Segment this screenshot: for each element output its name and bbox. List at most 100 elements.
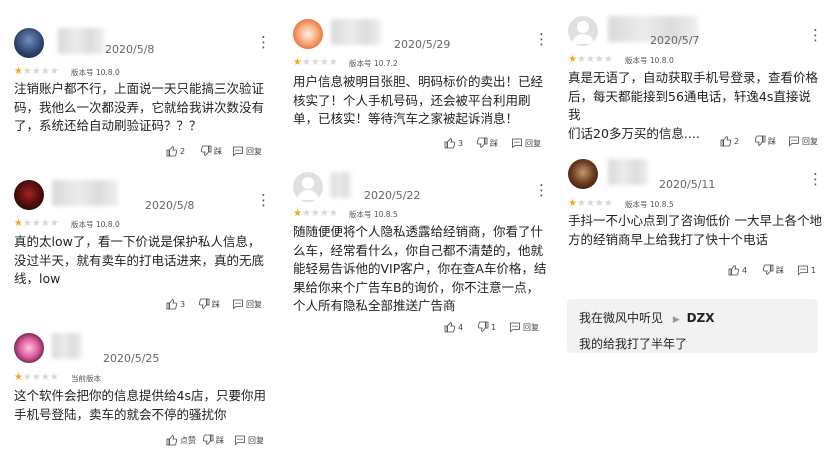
dislike-button[interactable]: 踩 xyxy=(202,434,224,446)
reply-button[interactable]: 回复 xyxy=(234,434,264,446)
comment-icon xyxy=(235,435,245,446)
like-button[interactable]: 2 xyxy=(720,135,739,147)
more-options-icon[interactable]: ⋮ xyxy=(534,32,549,47)
star-rating: ★★★★★ xyxy=(293,57,338,68)
review-card: 2020/5/25 ★★★★★ 当前版本 这个软件会把你的信息提供给4s店，只要… xyxy=(14,333,270,458)
avatar[interactable] xyxy=(293,172,323,202)
more-options-icon[interactable]: ⋮ xyxy=(256,35,271,50)
avatar[interactable] xyxy=(293,19,323,49)
comment-icon xyxy=(798,265,808,276)
thumbs-up-icon xyxy=(166,146,178,157)
reply-author: 我在微风中听见 xyxy=(579,311,664,325)
like-count: 2 xyxy=(180,146,186,156)
thumbs-down-icon xyxy=(476,137,488,148)
review-date: 2020/5/22 xyxy=(364,189,421,202)
reply-label: 回复 xyxy=(248,435,264,445)
reply-label: 回复 xyxy=(802,136,818,146)
review-card: 2020/5/8 ⋮ ★★★★★ 版本号 10.8.0 注销账户都不行，上面说一… xyxy=(14,28,271,163)
dislike-button[interactable]: 踩 xyxy=(754,135,776,147)
like-button[interactable]: 2 xyxy=(166,145,185,157)
version-label: 版本号 10.8.0 xyxy=(71,68,120,77)
dislike-button[interactable]: 踩 xyxy=(762,264,784,276)
version-label: 版本号 10.7.2 xyxy=(349,59,398,68)
default-avatar-icon xyxy=(572,21,594,44)
reply-button[interactable]: 回复 xyxy=(232,145,262,157)
username-blurred xyxy=(331,172,351,198)
dislike-button[interactable]: 1 xyxy=(477,321,496,333)
thumbs-down-icon xyxy=(754,135,766,146)
comment-icon xyxy=(789,136,799,147)
reply-label: 回复 xyxy=(246,299,262,309)
like-count: 3 xyxy=(180,299,186,309)
reply-button[interactable]: 1 xyxy=(797,264,816,276)
thumbs-up-icon xyxy=(720,136,732,147)
reply-count: 1 xyxy=(811,265,817,275)
review-date: 2020/5/29 xyxy=(394,38,451,51)
review-date: 2020/5/7 xyxy=(650,34,700,47)
star-rating: ★★★★★ xyxy=(568,54,613,65)
more-options-icon[interactable]: ⋮ xyxy=(534,183,549,198)
like-count: 4 xyxy=(458,322,464,332)
review-text: 注销账户都不行，上面说一天只能搞三次验证 码，我他么一次都没弄，它就给我讲次数没… xyxy=(14,81,265,133)
thumbs-up-icon xyxy=(444,138,456,149)
reply-label: 回复 xyxy=(246,146,262,156)
more-options-icon[interactable]: ⋮ xyxy=(808,28,823,43)
reply-button[interactable]: 回复 xyxy=(511,137,541,149)
review-date: 2020/5/11 xyxy=(659,178,716,191)
avatar[interactable] xyxy=(568,16,598,46)
dislike-label: 踩 xyxy=(216,435,224,445)
review-date: 2020/5/8 xyxy=(105,43,155,56)
review-card: 2020/5/11 ⋮ ★★★★★ 版本号 10.8.5 手抖一不小心点到了咨询… xyxy=(568,159,823,284)
review-text: 这个软件会把你的信息提供给4s店，只要你用 手机号登陆，卖车的就会不停的骚扰你 xyxy=(14,388,266,422)
username-blurred xyxy=(608,159,648,185)
dislike-button[interactable]: 踩 xyxy=(198,298,220,310)
review-card: 2020/5/7 ⋮ ★★★★★ 版本号 10.8.0 真是无语了，自动获取手机… xyxy=(568,16,823,151)
version-label: 版本号 10.8.0 xyxy=(625,56,674,65)
like-button[interactable]: 点赞 xyxy=(166,434,196,446)
comment-icon xyxy=(233,299,243,310)
like-button[interactable]: 4 xyxy=(728,264,747,276)
thumbs-up-icon xyxy=(444,322,456,333)
avatar[interactable] xyxy=(568,159,598,189)
like-button[interactable]: 3 xyxy=(444,137,463,149)
review-text: 真是无语了，自动获取手机号登录，查看价格 后，每天都能接到56通电话，轩逸4s直… xyxy=(568,70,819,141)
like-button[interactable]: 3 xyxy=(166,298,185,310)
star-rating: ★★★★★ xyxy=(14,66,59,77)
dislike-button[interactable]: 踩 xyxy=(200,145,222,157)
more-options-icon[interactable]: ⋮ xyxy=(256,193,271,208)
avatar[interactable] xyxy=(14,28,44,58)
review-date: 2020/5/25 xyxy=(103,352,160,365)
dislike-button[interactable]: 踩 xyxy=(476,137,498,149)
star-rating: ★★★★★ xyxy=(568,198,613,209)
reply-arrow-icon: ▶ xyxy=(672,315,680,325)
thumbs-down-icon xyxy=(200,145,212,156)
reply-button[interactable]: 回复 xyxy=(509,321,539,333)
like-count: 3 xyxy=(458,138,464,148)
reply-thread[interactable]: 我在微风中听见 ▶ DZX 我的给我打了半年了 xyxy=(567,299,818,353)
username-blurred xyxy=(331,19,381,45)
default-avatar-icon xyxy=(297,177,319,200)
thumbs-down-icon xyxy=(477,321,489,332)
review-card: 2020/5/29 ⋮ ★★★★★ 版本号 10.7.2 用户信息被明目张胆、明… xyxy=(293,19,549,154)
review-text: 随随便便将个人隐私透露给经销商，你看了什 么车，经常看什么，你自己都不清楚的，他… xyxy=(293,224,547,313)
reply-button[interactable]: 回复 xyxy=(788,135,818,147)
reply-header: 我在微风中听见 ▶ DZX xyxy=(579,309,715,326)
comment-icon xyxy=(233,146,243,157)
version-label: 版本号 10.8.0 xyxy=(71,220,120,229)
thumbs-down-icon xyxy=(202,434,214,445)
dislike-label: 踩 xyxy=(490,138,498,148)
more-options-icon[interactable]: ⋮ xyxy=(808,172,823,187)
star-rating: ★★★★★ xyxy=(14,372,59,383)
comment-icon xyxy=(512,138,522,149)
review-text: 用户信息被明目张胆、明码标价的卖出！已经 核实了！个人手机号码，还会被平台利用刷… xyxy=(293,74,544,126)
thumbs-up-icon xyxy=(728,265,740,276)
reply-button[interactable]: 回复 xyxy=(232,298,262,310)
like-button[interactable]: 4 xyxy=(444,321,463,333)
reply-target: DZX xyxy=(686,311,715,325)
review-card: 2020/5/8 ⋮ ★★★★★ 版本号 10.8.0 真的太low了，看一下价… xyxy=(14,180,271,315)
avatar[interactable] xyxy=(14,333,44,363)
reply-label: 回复 xyxy=(525,138,541,148)
avatar[interactable] xyxy=(14,180,44,210)
reply-text: 我的给我打了半年了 xyxy=(579,337,688,351)
dislike-label: 踩 xyxy=(212,299,220,309)
